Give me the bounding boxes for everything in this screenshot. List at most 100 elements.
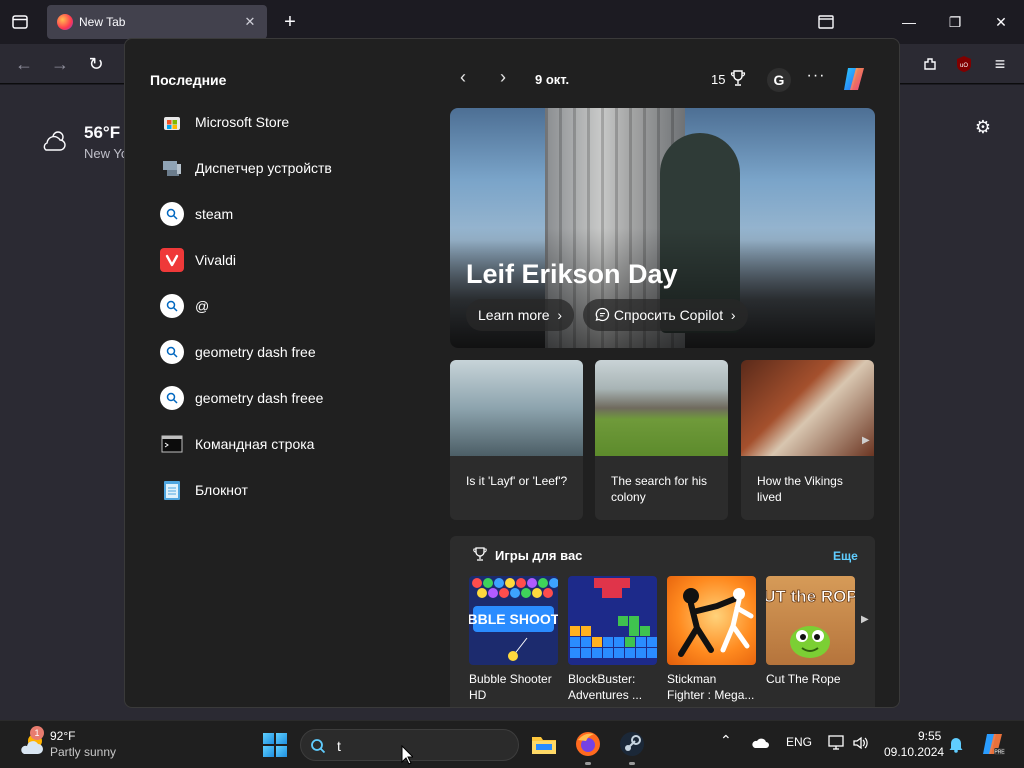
extensions-icon[interactable] [918, 52, 942, 76]
ask-copilot-label: Спросить Copilot [613, 307, 724, 323]
microsoft-store-icon [160, 110, 184, 134]
game-tile[interactable]: Stickman Fighter : Mega... [667, 576, 756, 703]
show-hidden-icons-chevron-icon[interactable]: ⌃ [720, 732, 732, 749]
taskbar-weather-condition[interactable]: Partly sunny [50, 745, 116, 759]
partly-cloudy-icon [43, 131, 66, 151]
copilot-icon[interactable] [839, 64, 869, 94]
news-card[interactable]: How the Vikings lived [741, 360, 874, 520]
viking-painting-image [741, 360, 874, 456]
game-tile[interactable]: CUT the ROPE Cut The Rope [766, 576, 855, 687]
recent-item-microsoft-store[interactable]: Microsoft Store [149, 99, 429, 145]
recent-item-geometry-dash-freee[interactable]: geometry dash freee [149, 375, 429, 421]
hero-title: Leif Erikson Day [466, 259, 678, 289]
news-caption: Is it 'Layf' or 'Leef'? [466, 474, 568, 488]
trophy-games-icon [473, 547, 487, 561]
games-title: Игры для вас [495, 548, 583, 563]
mouse-cursor-icon [401, 745, 413, 765]
tab-title: New Tab [79, 15, 126, 29]
firefox-icon [57, 14, 73, 30]
chevron-right-icon: › [727, 307, 736, 323]
recent-item-label: geometry dash free [195, 344, 316, 360]
game-thumbnail: CUT the ROPE [766, 576, 855, 665]
learn-more-button[interactable]: Learn more › [466, 299, 575, 331]
recent-item-command-prompt[interactable]: Командная строка [149, 421, 429, 467]
taskbar-weather-temp[interactable]: 92°F [50, 729, 75, 743]
recent-item-at[interactable]: @ [149, 283, 429, 329]
recent-item-label: Диспетчер устройств [195, 160, 332, 176]
clock-date[interactable]: 09.10.2024 [884, 745, 944, 759]
notepad-icon [160, 478, 184, 502]
account-avatar[interactable]: G [767, 68, 791, 92]
new-tab-button[interactable]: + [278, 10, 302, 34]
next-day-chevron-icon[interactable]: › [500, 67, 506, 88]
network-icon[interactable] [828, 735, 846, 751]
game-tile[interactable]: BUBBLE SHOOTER Bubble Shooter HD [469, 576, 558, 703]
search-input[interactable] [337, 736, 507, 756]
recent-item-label: Microsoft Store [195, 114, 290, 130]
tab-new-tab[interactable]: New Tab ✕ [47, 5, 267, 39]
recent-item-label: @ [195, 298, 210, 314]
menu-icon[interactable]: ≡ [988, 52, 1012, 76]
command-prompt-icon [160, 432, 184, 456]
games-more-link[interactable]: Еще [833, 549, 858, 563]
previous-day-chevron-icon[interactable]: ‹ [460, 67, 466, 88]
reload-icon[interactable]: ↻ [84, 52, 108, 76]
recent-list: Microsoft Store Диспетчер устройств stea… [149, 99, 429, 513]
news-card[interactable]: The search for his colony [595, 360, 728, 520]
game-tile[interactable]: BlockBuster: Adventures ... [568, 576, 657, 703]
restore-icon[interactable]: ❐ [940, 8, 970, 36]
copilot-taskbar-icon[interactable]: PRE [980, 731, 1006, 757]
game-name: Bubble Shooter HD [469, 672, 552, 702]
volume-icon[interactable] [852, 735, 870, 751]
steam-icon[interactable] [618, 730, 646, 758]
recent-item-geometry-dash-free[interactable]: geometry dash free [149, 329, 429, 375]
firefox-taskbar-icon[interactable] [574, 730, 602, 758]
trophy-icon[interactable] [730, 69, 746, 87]
svg-text:PRE: PRE [994, 750, 1005, 756]
minimize-icon[interactable]: — [894, 8, 924, 36]
search-icon [160, 294, 184, 318]
svg-text:uO: uO [960, 63, 968, 69]
picture-in-picture-icon[interactable] [811, 8, 841, 36]
forward-arrow-icon[interactable]: → [48, 52, 72, 76]
recent-item-label: Vivaldi [195, 252, 236, 268]
close-tab-icon[interactable]: ✕ [241, 13, 259, 31]
sod-house-image [595, 360, 728, 456]
game-thumbnail [568, 576, 657, 665]
news-next-arrow-icon[interactable]: ▶ [862, 435, 870, 446]
weather-temperature: 56°F [84, 123, 121, 142]
input-language[interactable]: ENG [786, 735, 812, 749]
games-section: Игры для вас Еще BUBBLE SHOOTER Bubble S… [450, 536, 875, 707]
recent-item-steam[interactable]: steam [149, 191, 429, 237]
weather-notification-badge: 1 [30, 726, 44, 740]
device-manager-icon [160, 156, 184, 180]
recent-item-notepad[interactable]: Блокнот [149, 467, 429, 513]
weather-city: New Yo [84, 146, 129, 161]
recent-item-vivaldi[interactable]: Vivaldi [149, 237, 429, 283]
games-next-arrow-icon[interactable]: ▶ [861, 614, 869, 625]
recent-item-device-manager[interactable]: Диспетчер устройств [149, 145, 429, 191]
clock-time[interactable]: 9:55 [918, 729, 941, 743]
game-thumb-text: BUBBLE SHOOTER [469, 611, 558, 627]
recent-item-label: geometry dash freee [195, 390, 324, 406]
hero-card[interactable]: Leif Erikson Day Learn more › Спросить C… [450, 108, 875, 348]
ask-copilot-button[interactable]: Спросить Copilot › [583, 299, 748, 331]
back-arrow-icon[interactable]: ← [12, 52, 36, 76]
rewards-points[interactable]: 15 [711, 72, 725, 87]
taskbar: 1 92°F Partly sunny ⌃ ENG 9:55 09.10.202… [0, 720, 1024, 768]
onedrive-icon[interactable] [751, 737, 769, 749]
news-caption: The search for his colony [611, 474, 708, 504]
vikings-ship-image [450, 360, 583, 456]
list-all-tabs-button[interactable] [8, 10, 32, 34]
more-options-icon[interactable]: ··· [805, 67, 827, 89]
news-card[interactable]: Is it 'Layf' or 'Leef'? [450, 360, 583, 520]
recent-title: Последние [150, 72, 227, 88]
gear-icon[interactable]: ⚙ [972, 116, 994, 138]
close-window-icon[interactable]: ✕ [986, 8, 1016, 36]
notification-bell-icon[interactable] [948, 735, 964, 753]
chevron-right-icon: › [553, 307, 563, 323]
news-caption: How the Vikings lived [757, 474, 843, 504]
file-explorer-icon[interactable] [530, 730, 558, 758]
ublock-origin-icon[interactable]: uO [952, 52, 976, 76]
start-button[interactable] [263, 733, 287, 757]
